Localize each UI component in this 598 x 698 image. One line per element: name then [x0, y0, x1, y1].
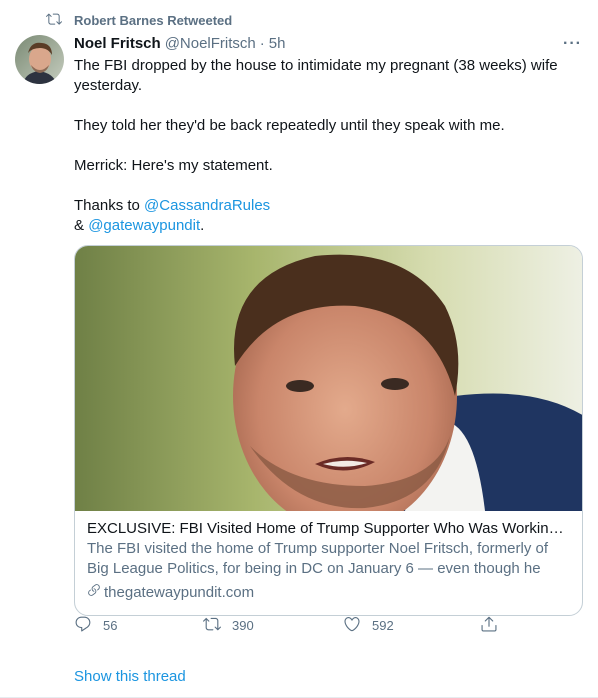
card-description: The FBI visited the home of Trump suppor…	[87, 540, 549, 577]
tweet-paragraph: Merrick: Here's my statement.	[74, 157, 273, 174]
retweet-count: 390	[232, 617, 254, 633]
tweet-container[interactable]: Robert Barnes Retweeted Noel Fritsch @No…	[0, 0, 598, 698]
tweet-text: The FBI dropped by the house to intimida…	[74, 56, 584, 236]
like-icon	[343, 615, 372, 636]
tweet-paragraph: Thanks to @CassandraRules	[74, 196, 584, 216]
reply-icon	[74, 615, 103, 636]
tweet-body: Noel Fritsch @NoelFritsch · 5h ··· The F…	[74, 34, 584, 236]
card-domain[interactable]: thegatewaypundit.com	[87, 583, 570, 603]
show-thread-link[interactable]: Show this thread	[74, 667, 186, 687]
tweet-paragraph: They told her they'd be back repeatedly …	[74, 117, 505, 134]
card-image	[75, 246, 582, 511]
share-icon	[480, 615, 509, 636]
timestamp[interactable]: 5h	[269, 34, 286, 54]
card-text: EXCLUSIVE: FBI Visited Home of Trump Sup…	[75, 511, 582, 603]
like-button[interactable]: 592	[343, 615, 394, 636]
retweeter-link[interactable]: Robert Barnes Retweeted	[74, 13, 232, 28]
reply-count: 56	[103, 617, 118, 633]
reply-button[interactable]: 56	[74, 615, 117, 636]
mention-link-gatewaypundit[interactable]: @gatewaypundit	[88, 217, 200, 234]
share-button[interactable]	[480, 615, 509, 636]
card-title[interactable]: EXCLUSIVE: FBI Visited Home of Trump Sup…	[87, 519, 570, 539]
link-icon	[87, 583, 104, 603]
more-options-icon[interactable]: ···	[563, 34, 582, 54]
link-card[interactable]: EXCLUSIVE: FBI Visited Home of Trump Sup…	[74, 245, 583, 616]
avatar[interactable]	[15, 35, 64, 84]
retweet-icon	[203, 615, 232, 636]
tweet-paragraph: The FBI dropped by the house to intimida…	[74, 57, 558, 94]
ampersand-prefix: &	[74, 217, 89, 234]
card-domain-text: thegatewaypundit.com	[104, 584, 255, 601]
retweet-button[interactable]: 390	[203, 615, 254, 636]
like-count: 592	[372, 617, 394, 633]
thanks-prefix: Thanks to	[74, 197, 145, 214]
retweet-icon	[46, 11, 74, 30]
tweet-paragraph: & @gatewaypundit.	[74, 216, 584, 236]
mention-link-cassandrarules[interactable]: @CassandraRules	[144, 197, 270, 214]
period: .	[200, 217, 205, 234]
retweet-context: Robert Barnes Retweeted	[46, 11, 232, 30]
tweet-header: Noel Fritsch @NoelFritsch · 5h	[74, 34, 584, 54]
author-name[interactable]: Noel Fritsch	[74, 34, 161, 54]
separator: ·	[259, 35, 265, 52]
author-handle[interactable]: @NoelFritsch	[165, 34, 256, 54]
